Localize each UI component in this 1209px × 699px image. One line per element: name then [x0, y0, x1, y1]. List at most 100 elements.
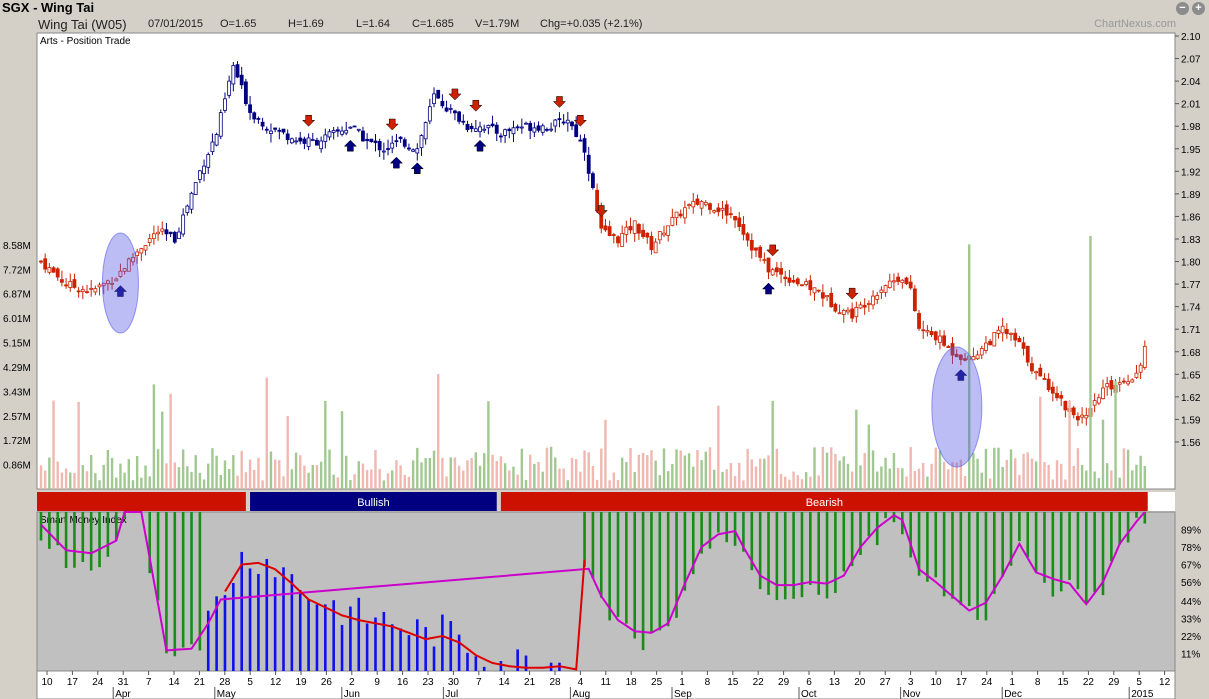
candle-body [256, 118, 261, 120]
smi-bar [1110, 512, 1113, 562]
candle-body [795, 278, 800, 285]
volume-bar [202, 479, 206, 489]
smi-bar [106, 512, 110, 557]
smi-bar [81, 512, 85, 563]
candle-body [1080, 414, 1085, 418]
candle-body [984, 342, 988, 351]
candle-body [185, 205, 190, 213]
volume-bar [190, 471, 193, 489]
volume-bar [403, 474, 406, 489]
volume-bar [817, 475, 820, 489]
volume-tick-label: 8.58M [3, 241, 31, 252]
stock-chart[interactable]: Arts - Position Trade 2.10 2.07 2.04 2.01 1.9… [0, 0, 1209, 699]
candle-body [908, 281, 913, 289]
candle-body [76, 290, 81, 293]
candle-body [356, 128, 361, 131]
smi-bar [407, 635, 411, 671]
candle-body [1084, 415, 1089, 419]
x-tick-label: 5 [247, 677, 253, 688]
x-tick-label: 1 [679, 677, 685, 688]
candle-body [586, 154, 591, 174]
candle-body [946, 346, 951, 348]
candle-body [524, 122, 528, 125]
price-tick-label: 1.77 [1181, 280, 1201, 291]
candle-body [315, 139, 319, 146]
candle-body [193, 182, 198, 195]
candle-body [557, 118, 562, 121]
candle-body [929, 331, 934, 336]
volume-bar [378, 468, 381, 489]
candle-body [532, 127, 537, 133]
volume-bar [156, 449, 160, 489]
candle-body [979, 348, 984, 356]
x-tick-label: 12 [1159, 677, 1171, 688]
candle-body [728, 213, 733, 216]
candle-body [515, 126, 520, 129]
volume-bar [1139, 455, 1142, 489]
volume-bar [98, 480, 101, 489]
volume-bar [324, 400, 327, 489]
smi-bar [482, 666, 486, 671]
volume-bar [273, 459, 277, 489]
volume-bar [357, 461, 360, 489]
candle-body [691, 201, 696, 208]
candle-body [210, 141, 215, 153]
candle-body [335, 129, 340, 132]
volume-bar [269, 451, 273, 489]
smi-bar [449, 621, 453, 671]
volume-bar [988, 478, 992, 489]
smi-bar [48, 512, 51, 549]
volume-bar [257, 457, 260, 489]
volume-bar [528, 454, 532, 489]
volume-tick-label: 7.72M [3, 265, 31, 276]
x-tick-label: 19 [295, 677, 307, 688]
volume-bar [1122, 448, 1126, 489]
smi-bar [156, 512, 160, 601]
volume-tick-label: 4.29M [3, 363, 31, 374]
candle-body [352, 125, 357, 128]
x-month-label: Apr [115, 689, 131, 699]
smi-bar [725, 512, 729, 543]
volume-bar [942, 461, 946, 489]
volume-bar [947, 469, 950, 489]
smi-tick-label: 33% [1181, 615, 1201, 626]
volume-tick-label: 6.01M [3, 314, 31, 325]
volume-bar [654, 460, 657, 489]
candle-body [1101, 387, 1105, 399]
candle-body [319, 140, 324, 150]
smi-bar [98, 512, 101, 568]
volume-bar [855, 409, 858, 489]
volume-bar [646, 455, 649, 489]
smi-bar [324, 604, 327, 671]
x-tick-label: 12 [270, 677, 282, 688]
volume-bar [650, 450, 653, 489]
candle-body [1092, 400, 1097, 406]
smi-bar [599, 512, 603, 598]
x-tick-label: 15 [727, 677, 739, 688]
candle-body [72, 279, 77, 288]
candle-body [854, 306, 859, 318]
candle-body [369, 138, 374, 143]
candle-body [816, 289, 821, 292]
candle-body [712, 210, 717, 213]
volume-bar [909, 447, 912, 489]
candle-body [327, 131, 332, 138]
volume-bar [771, 400, 774, 489]
volume-bar [1055, 460, 1059, 489]
volume-bar [1076, 448, 1080, 489]
volume-bar [595, 479, 599, 489]
candle-body [942, 335, 947, 346]
volume-bar [1101, 419, 1105, 489]
volume-bar [846, 463, 850, 489]
smi-bar [909, 512, 912, 558]
candle-body [1000, 325, 1005, 334]
candle-body [917, 313, 921, 329]
volume-bar [48, 457, 51, 489]
x-tick-label: 8 [705, 677, 711, 688]
candle-body [1042, 378, 1047, 380]
candle-body [720, 207, 725, 211]
candle-body [657, 231, 662, 241]
candle-body [453, 110, 457, 114]
candle-body [578, 139, 583, 142]
candle-body [365, 138, 370, 142]
